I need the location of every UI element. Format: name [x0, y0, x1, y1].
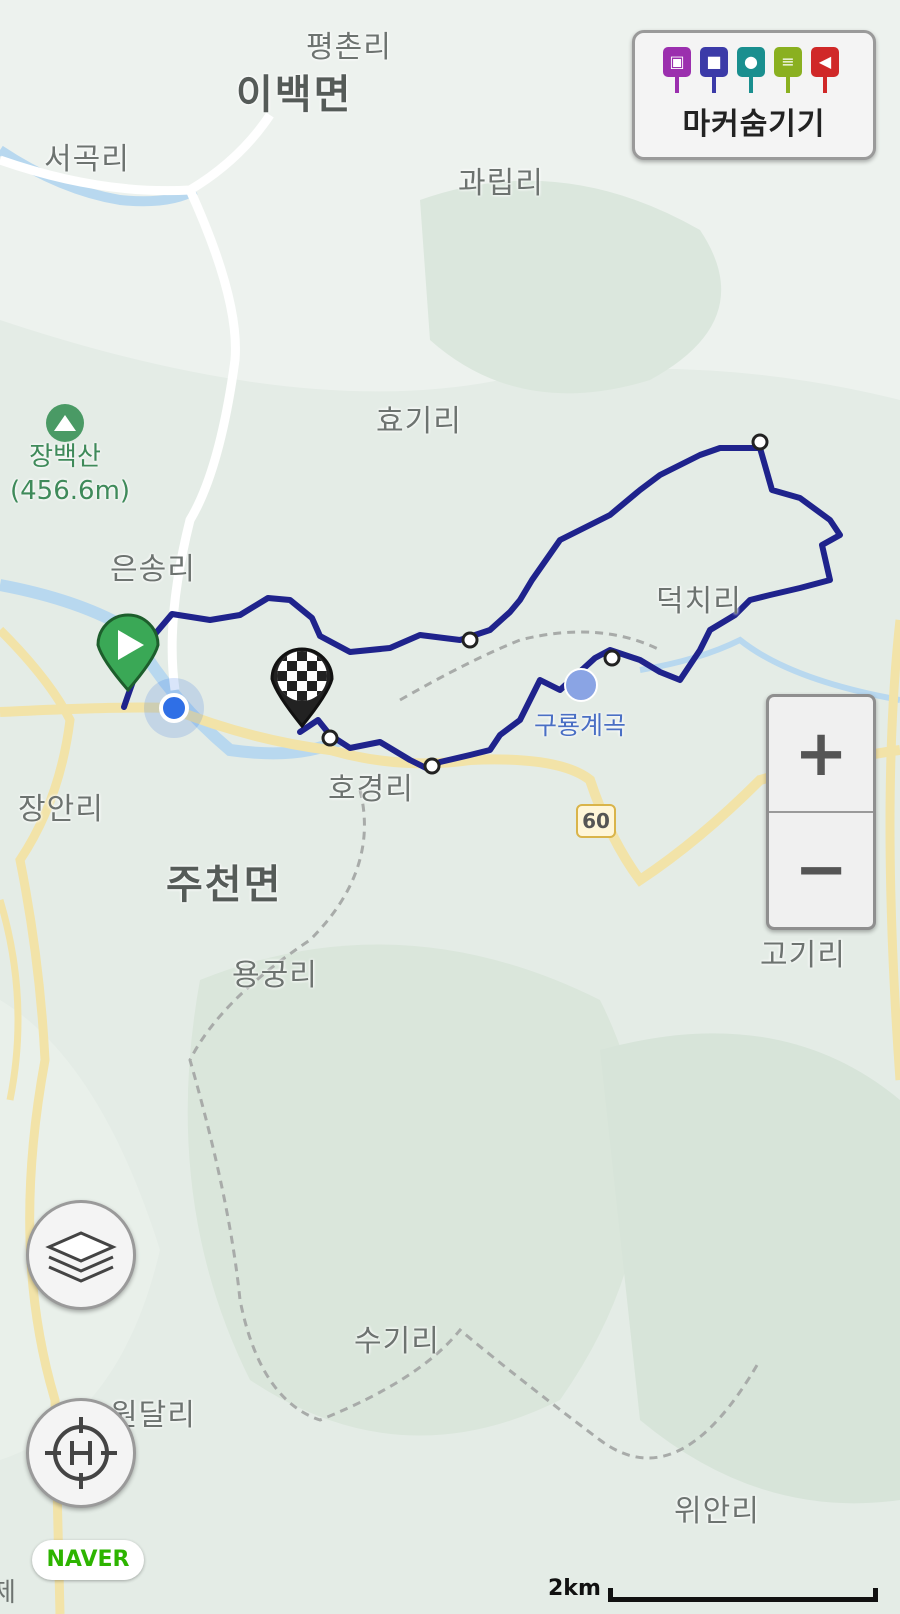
district-label: 이백면 — [236, 72, 353, 118]
mountain-label[interactable]: 장백산 (456.6m) — [10, 440, 131, 508]
zoom-in-button[interactable]: + — [769, 697, 873, 811]
zoom-out-button[interactable]: − — [769, 813, 873, 927]
naver-logo[interactable]: NAVER — [32, 1540, 144, 1580]
microphone-icon: ● — [737, 47, 765, 93]
waypoint-dot[interactable] — [603, 649, 621, 667]
place-label: 과립리 — [458, 166, 544, 201]
place-label: 제 — [0, 1578, 16, 1608]
hide-markers-button[interactable]: ▣ ■ ● ≡ ◀ 마커숨기기 — [632, 30, 876, 160]
place-label: 효기리 — [376, 404, 462, 439]
camera-icon: ▣ — [663, 47, 691, 93]
place-label: 위안리 — [674, 1494, 760, 1529]
flag-icon: ◀ — [811, 47, 839, 93]
memo-icon: ≡ — [774, 47, 802, 93]
route-number-badge: 60 — [576, 804, 616, 838]
mountain-name: 장백산 — [29, 442, 101, 472]
scale-label: 2km — [548, 1576, 601, 1601]
place-label: 서곡리 — [44, 142, 130, 177]
waypoint-dot[interactable] — [321, 729, 339, 747]
place-label: 고기리 — [760, 938, 846, 973]
current-location-dot — [159, 693, 189, 723]
hide-markers-label: 마커숨기기 — [682, 107, 826, 142]
home-target-icon — [45, 1417, 117, 1489]
poi-label[interactable]: 구룡계곡 — [534, 706, 626, 742]
district-label: 주천면 — [166, 862, 283, 908]
map-canvas[interactable] — [0, 0, 900, 1614]
place-label: 덕치리 — [656, 584, 742, 619]
place-label: 장안리 — [18, 792, 104, 827]
marker-type-pins: ▣ ■ ● ≡ ◀ — [663, 47, 839, 93]
waypoint-dot[interactable] — [751, 433, 769, 451]
place-label: 은송리 — [110, 552, 196, 587]
layers-button[interactable] — [26, 1200, 136, 1310]
zoom-control: + − — [766, 694, 876, 930]
mountain-elevation: (456.6m) — [10, 476, 131, 506]
place-label: 수기리 — [354, 1324, 440, 1359]
place-label: 평촌리 — [306, 30, 392, 65]
locate-button[interactable] — [26, 1398, 136, 1508]
layers-icon — [45, 1231, 117, 1283]
scale-bar — [608, 1588, 878, 1602]
waypoint-dot[interactable] — [461, 631, 479, 649]
valley-icon[interactable] — [564, 668, 598, 702]
place-label: 호경리 — [328, 772, 414, 807]
video-icon: ■ — [700, 47, 728, 93]
waypoint-dot[interactable] — [423, 757, 441, 775]
place-label: 용궁리 — [232, 958, 318, 993]
mountain-icon[interactable] — [46, 404, 84, 442]
